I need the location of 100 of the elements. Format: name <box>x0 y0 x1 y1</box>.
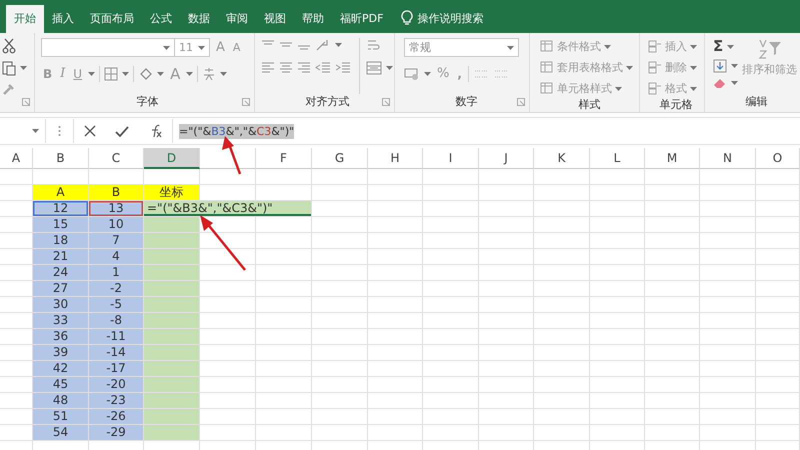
caret-icon[interactable] <box>88 72 96 76</box>
decrease-indent-icon[interactable] <box>315 61 331 73</box>
borders-icon[interactable] <box>104 67 118 81</box>
caret-icon[interactable] <box>507 46 514 50</box>
horizontal-align-icon[interactable] <box>261 61 275 73</box>
table-cell: 24 <box>33 265 89 281</box>
ribbon-tab[interactable]: 公式 <box>142 5 180 33</box>
lightbulb-icon[interactable] <box>401 10 414 26</box>
caret-icon[interactable] <box>20 66 27 70</box>
formula-field[interactable]: ="("&B3&","&C3&")" <box>173 119 800 143</box>
autosum-button[interactable]: Σ <box>713 38 724 55</box>
caret-icon[interactable] <box>727 44 734 48</box>
phonetic-icon[interactable] <box>202 67 216 81</box>
column-header[interactable]: M <box>645 148 700 169</box>
column-header[interactable]: C <box>89 148 144 169</box>
table-cell: 39 <box>33 345 89 361</box>
ribbon-tab[interactable]: 开始 <box>6 5 44 33</box>
caret-icon[interactable] <box>731 81 738 85</box>
caret-icon[interactable] <box>424 72 431 76</box>
column-header[interactable]: K <box>534 148 590 169</box>
table-cell <box>144 281 200 297</box>
table-cell <box>144 361 200 377</box>
table-cell: 15 <box>33 217 89 233</box>
dialog-launcher-icon[interactable] <box>242 98 250 106</box>
table-cell <box>144 217 200 233</box>
column-header[interactable]: F <box>256 148 312 169</box>
caret-icon[interactable] <box>186 72 194 76</box>
column-header[interactable]: D <box>144 148 200 169</box>
table-cell: 27 <box>33 281 89 297</box>
caret-icon[interactable] <box>157 72 164 76</box>
column-header[interactable]: N <box>700 148 756 169</box>
scissors-icon[interactable] <box>2 38 16 54</box>
enter-check-icon[interactable] <box>114 126 129 136</box>
dialog-launcher-icon[interactable] <box>382 98 390 106</box>
table-cell <box>144 297 200 313</box>
caret-icon[interactable] <box>163 46 170 50</box>
group-label: 编辑 <box>746 95 768 108</box>
caret-icon[interactable] <box>198 46 205 50</box>
ribbon-tab[interactable]: 帮助 <box>294 5 332 33</box>
merge-cells-icon[interactable] <box>366 61 382 75</box>
table-cell: 13 <box>89 201 144 217</box>
increase-decimal-icon[interactable] <box>472 68 489 80</box>
cancel-icon[interactable] <box>84 125 96 137</box>
table-cell: 坐标 <box>144 185 200 201</box>
table-cell: -8 <box>89 313 144 329</box>
table-cell <box>144 425 200 441</box>
table-cell: 30 <box>33 297 89 313</box>
fill-down-icon[interactable] <box>713 59 727 73</box>
caret-icon[interactable] <box>386 66 393 70</box>
column-header[interactable]: O <box>756 148 800 169</box>
fill-bucket-icon[interactable] <box>138 67 154 81</box>
table-cell <box>144 393 200 409</box>
ribbon-tab[interactable]: 数据 <box>180 5 218 33</box>
arrow <box>200 215 246 271</box>
currency-icon[interactable] <box>404 67 420 81</box>
decrease-decimal-icon[interactable] <box>492 68 509 80</box>
table-cell <box>144 265 200 281</box>
font-name-field[interactable] <box>41 38 175 57</box>
dialog-launcher-icon[interactable] <box>517 98 525 106</box>
ribbon-tab[interactable]: 福昕PDF <box>332 5 392 33</box>
horizontal-align-icon[interactable] <box>297 61 311 73</box>
table-cell: -11 <box>89 329 144 345</box>
column-header[interactable]: A <box>0 148 33 169</box>
column-header[interactable]: H <box>368 148 423 169</box>
column-header[interactable]: L <box>590 148 645 169</box>
drag-handle-icon[interactable] <box>58 125 61 137</box>
column-header[interactable]: J <box>479 148 534 169</box>
column-header[interactable] <box>200 148 256 169</box>
sort-filter-icon <box>756 38 782 60</box>
increase-indent-icon[interactable] <box>335 61 351 73</box>
number-format-field[interactable]: 常规 <box>404 38 519 57</box>
caret-icon[interactable] <box>220 72 228 76</box>
caret-icon[interactable] <box>32 129 39 133</box>
caret-icon[interactable] <box>122 72 130 76</box>
wrap-text-icon[interactable] <box>366 38 380 52</box>
tell-me-search[interactable]: 操作说明搜索 <box>417 5 484 33</box>
format-painter-icon[interactable] <box>2 82 16 96</box>
ribbon-tab[interactable]: 插入 <box>44 5 82 33</box>
caret-icon[interactable] <box>731 64 738 68</box>
table-cell: 1 <box>89 265 144 281</box>
group-label: 字体 <box>136 95 158 108</box>
table-cell: 33 <box>33 313 89 329</box>
eraser-icon[interactable] <box>713 77 727 89</box>
table-cell <box>144 249 200 265</box>
ribbon-tab[interactable]: 视图 <box>256 5 294 33</box>
table-cell: 10 <box>89 217 144 233</box>
column-header[interactable]: G <box>312 148 368 169</box>
column-header[interactable]: B <box>33 148 89 169</box>
dialog-launcher-icon[interactable] <box>22 98 30 106</box>
column-header[interactable]: I <box>423 148 479 169</box>
table-cell: 18 <box>33 233 89 249</box>
table-cell <box>144 377 200 393</box>
caret-icon[interactable] <box>335 43 342 47</box>
table-cell: -23 <box>89 393 144 409</box>
group-label: 单元格 <box>660 98 692 111</box>
paste-icon[interactable] <box>2 60 16 76</box>
table-cell: B <box>89 185 144 201</box>
horizontal-align-icon[interactable] <box>279 61 293 73</box>
ribbon-tab[interactable]: 页面布局 <box>82 5 142 33</box>
ribbon-tab[interactable]: 审阅 <box>218 5 256 33</box>
